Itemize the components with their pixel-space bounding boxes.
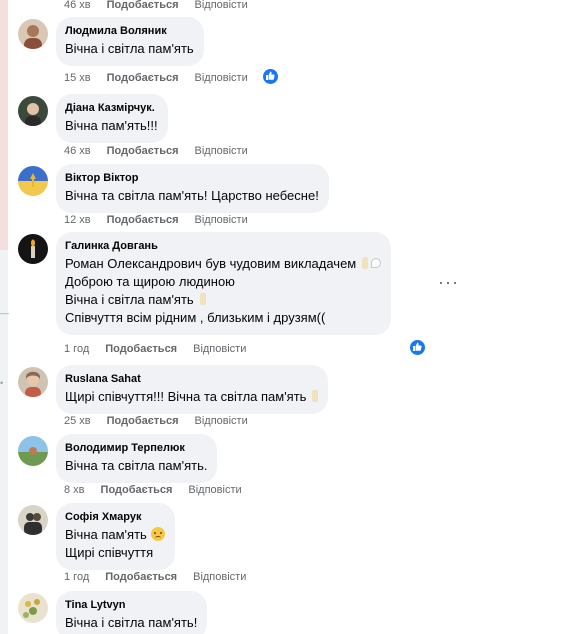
avatar[interactable] — [18, 19, 48, 49]
avatar[interactable] — [18, 505, 48, 535]
tear-emoji-icon — [371, 258, 382, 268]
comment-bubble: Софія Хмарук Вічна пам'ять Щирі співчутт… — [56, 503, 175, 570]
like-link[interactable]: Подобається — [105, 571, 177, 583]
like-link[interactable]: Подобається — [107, 145, 179, 157]
edge-mark: • — [0, 378, 4, 388]
like-link[interactable]: Подобається — [107, 214, 179, 226]
comment-text: Співчуття всім рідним , близьким і друзя… — [65, 310, 326, 325]
reply-link[interactable]: Відповісти — [195, 214, 248, 226]
comment-bubble: Володимир Терпелюк Вічна та світла пам'я… — [56, 434, 218, 483]
comment-actions-row: 25 хв Подобається Відповісти — [64, 412, 260, 429]
reply-link[interactable]: Відповісти — [193, 343, 246, 355]
commenter-name[interactable]: Володимир Терпелюк — [65, 441, 207, 455]
comment-time[interactable]: 25 хв — [64, 415, 91, 427]
commenter-name[interactable]: Людмила Воляник — [65, 24, 194, 38]
comment-bubble: Галинка Довгань Роман Олександрович був … — [56, 232, 392, 335]
sad-face-emoji-icon — [150, 527, 165, 541]
avatar[interactable] — [18, 166, 48, 196]
comment-text: Вічна та світла пам'ять! Царство небесне… — [65, 188, 319, 203]
comment-actions-row: 12 хв Подобається Відповісти — [64, 211, 260, 228]
comment-text: Вічна пам'ять — [65, 526, 165, 544]
commenter-name[interactable]: Віктор Віктор — [65, 171, 319, 185]
comment-actions-row: 1 год Подобається Відповісти — [64, 568, 258, 585]
more-options-icon[interactable]: ··· — [438, 273, 459, 291]
comment-time[interactable]: 15 хв — [64, 72, 91, 84]
reply-link[interactable]: Відповісти — [193, 571, 246, 583]
candle-emoji-icon — [199, 293, 206, 305]
comment-time[interactable]: 46 хв — [64, 145, 91, 157]
comment-text: Вічна пам'ять!!! — [65, 118, 158, 133]
like-link[interactable]: Подобається — [107, 415, 179, 427]
comment-text: Вічна та світла пам'ять. — [65, 458, 208, 473]
commenter-name[interactable]: Галинка Довгань — [65, 239, 381, 253]
thumbs-up-icon[interactable] — [262, 68, 279, 85]
thumbs-up-icon[interactable] — [409, 339, 426, 356]
commenter-name[interactable]: Ruslana Sahat — [65, 372, 318, 386]
avatar[interactable] — [18, 96, 48, 126]
avatar[interactable] — [18, 436, 48, 466]
like-link[interactable]: Подобається — [107, 72, 179, 84]
comment-actions-row: 1 год Подобається Відповісти — [64, 340, 258, 357]
candle-emoji-icon — [312, 390, 319, 402]
comment-actions-row: 46 хв Подобається Відповісти — [64, 0, 260, 13]
commenter-name[interactable]: Tina Lytvyn — [65, 598, 197, 612]
comment-text: Роман Олександрович був чудовим викладач… — [65, 255, 382, 273]
comment-text: Вічна і світла пам'ять! — [65, 615, 198, 630]
commenter-name[interactable]: Софія Хмарук — [65, 510, 165, 524]
comment-time[interactable]: 12 хв — [64, 214, 91, 226]
comment-text: Вічна і світла пам'ять — [65, 291, 381, 309]
like-link[interactable]: Подобається — [101, 484, 173, 496]
comment-text: Вічна і світла пам'ять — [65, 41, 194, 56]
reply-link[interactable]: Відповісти — [195, 415, 248, 427]
comment-time[interactable]: 1 год — [64, 343, 89, 355]
commenter-name[interactable]: Діана Казмірчук. — [65, 101, 158, 115]
comment-bubble: Tina Lytvyn Вічна і світла пам'ять! — [56, 591, 208, 634]
reply-link[interactable]: Відповісти — [195, 0, 248, 11]
comment-time[interactable]: 8 хв — [64, 484, 85, 496]
reply-link[interactable]: Відповісти — [188, 484, 241, 496]
edge-mark: — — [0, 308, 9, 318]
comment-time[interactable]: 1 год — [64, 571, 89, 583]
like-link[interactable]: Подобається — [107, 0, 179, 11]
avatar[interactable] — [18, 234, 48, 264]
comment-actions-row: 46 хв Подобається Відповісти — [64, 142, 260, 159]
reply-link[interactable]: Відповісти — [195, 72, 248, 84]
comment-actions-row: 15 хв Подобається Відповісти — [64, 69, 260, 86]
comment-bubble: Ruslana Sahat Щирі співчуття!!! Вічна та… — [56, 365, 329, 414]
avatar[interactable] — [18, 367, 48, 397]
like-link[interactable]: Подобається — [105, 343, 177, 355]
candle-emoji-icon — [362, 257, 369, 269]
comment-bubble: Діана Казмірчук. Вічна пам'ять!!! — [56, 94, 168, 143]
comment-text: Доброю та щирою людиною — [65, 274, 235, 289]
comment-text: Щирі співчуття — [65, 545, 154, 560]
comment-bubble: Людмила Воляник Вічна і світла пам'ять — [56, 17, 204, 66]
comment-time: 46 хв — [64, 0, 91, 11]
reply-link[interactable]: Відповісти — [195, 145, 248, 157]
comment-bubble: Віктор Віктор Вічна та світла пам'ять! Ц… — [56, 164, 329, 213]
comment-actions-row: 8 хв Подобається Відповісти — [64, 481, 254, 498]
comment-text: Щирі співчуття!!! Вічна та світла пам'ят… — [65, 388, 319, 406]
avatar[interactable] — [18, 593, 48, 623]
